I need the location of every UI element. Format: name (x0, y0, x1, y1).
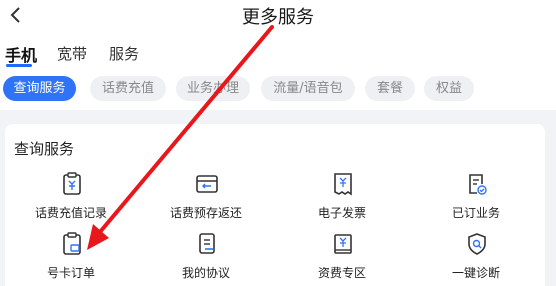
chip-business[interactable]: 业务办理 (176, 76, 250, 101)
active-tab-indicator (6, 64, 32, 67)
service-label: 话费充值记录 (34, 206, 107, 220)
prestore-refund-icon (196, 175, 218, 193)
e-invoice-icon (334, 173, 352, 196)
tab-broadband[interactable]: 宽带 (57, 43, 87, 64)
tab-phone[interactable]: 手机 (5, 42, 37, 66)
service-prestore-refund[interactable]: 话费预存返还 (146, 172, 266, 224)
my-agreement-icon (199, 233, 215, 254)
service-one-click-diagnosis[interactable]: 一键诊断 (416, 232, 536, 284)
service-label: 电子发票 (317, 206, 366, 220)
service-my-agreement[interactable]: 我的协议 (146, 232, 266, 284)
service-sim-card-order[interactable]: 号卡订单 (11, 232, 131, 284)
category-tabs: 手机 宽带 服务 (0, 42, 556, 66)
recharge-record-icon (63, 172, 81, 195)
chip-data-voice[interactable]: 流量/语音包 (261, 76, 355, 101)
chip-query-service[interactable]: 查询服务 (3, 76, 76, 101)
tab-service[interactable]: 服务 (109, 43, 139, 64)
service-label: 号卡订单 (46, 266, 95, 280)
service-label: 我的协议 (181, 266, 230, 280)
top-bar: 更多服务 (0, 0, 556, 34)
page-title: 更多服务 (242, 7, 314, 28)
service-subscribed[interactable]: 已订业务 (416, 172, 536, 224)
one-click-diagnosis-icon (468, 233, 486, 255)
service-tariff-zone[interactable]: 资费专区 (282, 232, 402, 284)
service-e-invoice[interactable]: 电子发票 (282, 172, 402, 224)
chip-package[interactable]: 套餐 (365, 76, 415, 101)
service-label: 一键诊断 (451, 266, 500, 280)
service-recharge-record[interactable]: 话费充值记录 (11, 172, 131, 224)
service-label: 已订业务 (451, 206, 500, 220)
service-label: 话费预存返还 (169, 206, 242, 220)
subscribed-services-icon (469, 174, 487, 195)
tariff-zone-icon (334, 234, 352, 254)
section-title: 查询服务 (14, 140, 75, 158)
service-label: 资费专区 (317, 266, 366, 280)
filter-chips: 查询服务 话费充值 业务办理 流量/语音包 套餐 权益 (0, 76, 556, 102)
chip-benefits[interactable]: 权益 (424, 76, 474, 101)
chip-recharge[interactable]: 话费充值 (90, 76, 166, 101)
sim-card-order-icon (63, 232, 81, 255)
